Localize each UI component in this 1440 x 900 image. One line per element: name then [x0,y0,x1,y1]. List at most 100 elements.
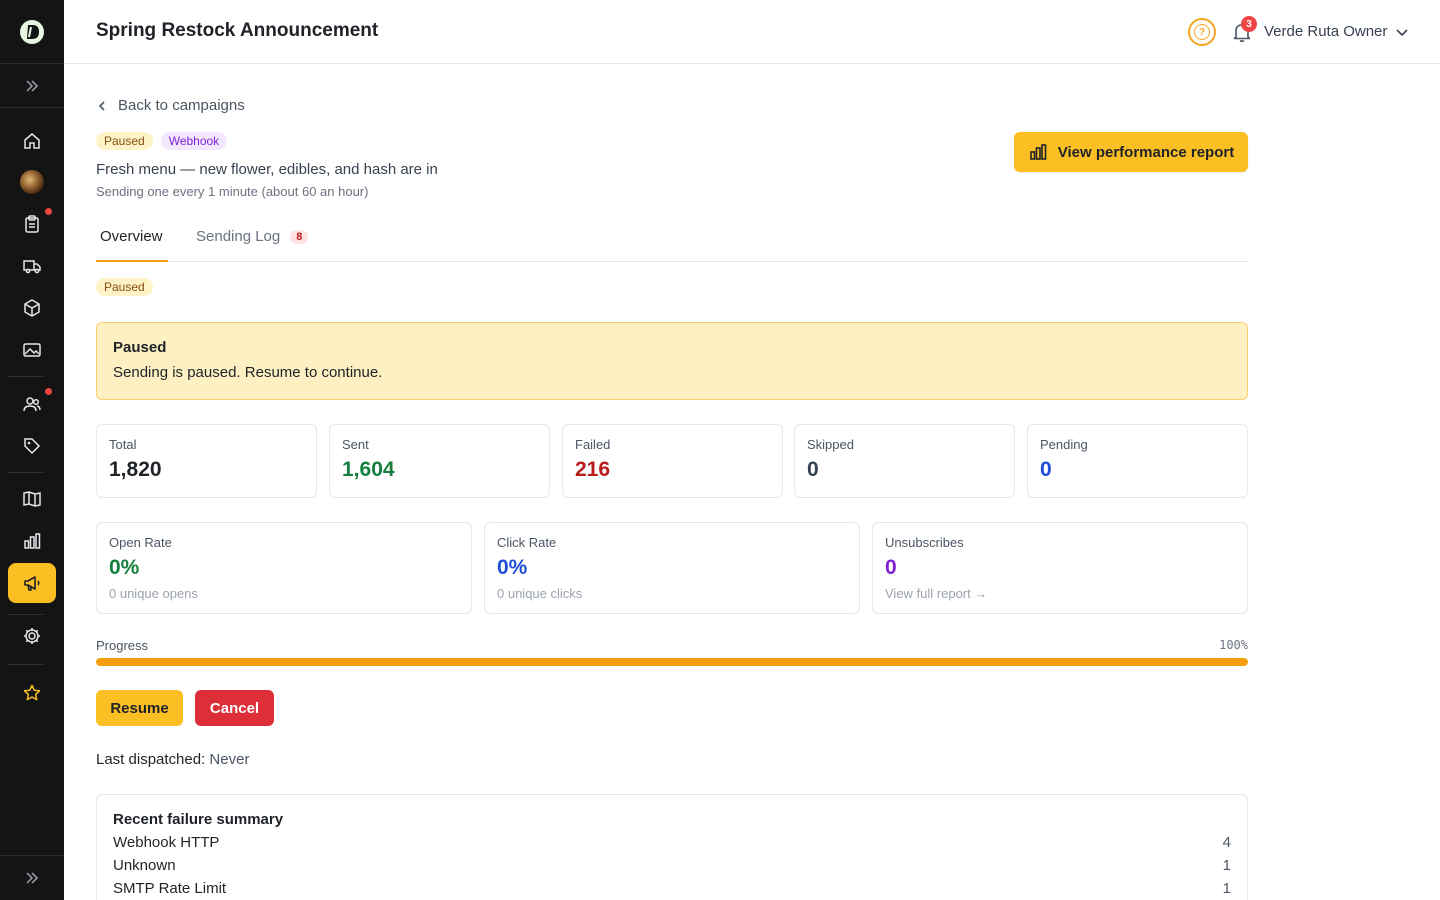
bar-chart-icon [24,533,41,549]
sidebar-item-products[interactable] [12,288,52,328]
image-icon [23,343,41,357]
stat-value: 1,820 [109,458,162,481]
notification-dot [45,208,52,215]
sidebar-item-home[interactable] [12,121,52,161]
tab-sending-log[interactable]: Sending Log 8 [196,228,309,245]
user-menu[interactable]: Verde Ruta Owner [1264,23,1409,40]
progress-percent: 100% [1219,638,1248,652]
failure-reason: Webhook HTTP [113,834,220,851]
map-icon [23,491,41,507]
view-full-report-link[interactable]: View full report → [885,586,1235,601]
sidebar-divider [8,614,44,615]
channel-badge: Webhook [160,132,228,150]
stat-value: 1,604 [342,458,395,481]
sidebar-item-orders[interactable] [12,204,52,244]
top-header: Spring Restock Announcement ? 3 Verde Ru… [64,0,1440,64]
sidebar-item-delivery[interactable] [12,246,52,286]
stat-card-failed: Failed 216 [562,424,783,498]
stat-card-pending: Pending 0 [1027,424,1248,498]
home-icon [24,133,40,149]
stat-label: Sent [342,437,369,452]
last-dispatched-value: Never [209,751,250,768]
failure-count: 4 [1222,834,1231,851]
stat-card-total: Total 1,820 [96,424,317,498]
metric-label: Unsubscribes [885,535,964,550]
resume-button[interactable]: Resume [96,690,183,726]
status-badge: Paused [96,278,153,296]
overview-status-badge: Paused [96,278,153,296]
back-to-campaigns-link[interactable]: Back to campaigns [96,97,245,114]
failure-reason: SMTP Rate Limit [113,880,227,897]
metric-label: Click Rate [497,535,557,550]
chevron-left-icon [98,100,105,111]
tab-sending-log-label: Sending Log [196,228,281,245]
alert-title: Paused [113,339,167,356]
bar-chart-icon [1029,144,1047,160]
metric-value: 0 [885,556,897,579]
chevrons-right-icon [26,79,39,92]
gear-icon [24,628,40,644]
failure-row: Webhook HTTP 4 [113,834,1231,851]
chevron-down-icon [1396,28,1408,36]
campaign-subject: Fresh menu — new flower, edibles, and ha… [96,161,438,178]
paused-alert: Paused Sending is paused. Resume to cont… [96,322,1248,400]
stat-value: 216 [575,458,611,481]
tab-overview[interactable]: Overview [100,228,163,245]
sidebar-item-profile[interactable] [12,162,52,202]
chevrons-right-icon [26,872,39,884]
sidebar-divider [8,664,44,665]
failure-reason: Unknown [113,857,176,874]
failure-summary-title: Recent failure summary [113,811,284,828]
expand-sidebar-button[interactable] [0,64,64,108]
cancel-button[interactable]: Cancel [195,690,274,726]
status-badge: Paused [96,132,153,150]
stat-card-skipped: Skipped 0 [794,424,1015,498]
collapse-sidebar-button[interactable] [0,855,64,900]
progress-bar-fill [96,658,1248,666]
progress-label: Progress [96,638,149,653]
help-button[interactable]: ? [1188,18,1216,46]
view-performance-report-button[interactable]: View performance report [1014,132,1248,172]
failure-row: SMTP Rate Limit 1 [113,880,1231,897]
sending-rate: Sending one every 1 minute (about 60 an … [96,184,369,199]
sidebar-item-campaigns[interactable] [8,563,56,603]
failure-count: 1 [1222,880,1231,897]
box-icon [24,299,40,317]
sidebar-divider [8,376,44,377]
sidebar [0,0,64,900]
sidebar-item-favorites[interactable] [12,673,52,713]
stat-label: Failed [575,437,611,452]
failure-row: Unknown 1 [113,857,1231,874]
sidebar-item-customers[interactable] [12,384,52,424]
sidebar-item-guides[interactable] [12,479,52,519]
view-performance-report-label: View performance report [1057,143,1235,161]
notification-dot [45,388,52,395]
clipboard-icon [25,215,39,233]
metric-value: 0% [497,556,528,579]
sidebar-item-promotions[interactable] [12,426,52,466]
metric-subtext: 0 unique opens [109,586,198,601]
tab-overview-label: Overview [100,228,163,245]
stat-label: Pending [1040,437,1088,452]
star-icon [23,684,41,701]
failure-count: 1 [1222,857,1231,874]
user-name: Verde Ruta Owner [1264,23,1388,40]
metric-card-unsubscribes: Unsubscribes 0 View full report → [872,522,1248,614]
app-logo[interactable] [0,0,64,64]
question-icon: ? [1194,24,1210,40]
metric-label: Open Rate [109,535,172,550]
metric-card-click-rate: Click Rate 0% 0 unique clicks [484,522,860,614]
tab-bar: Overview Sending Log 8 [96,214,1248,262]
progress-bar [96,658,1248,666]
sidebar-item-settings[interactable] [12,616,52,656]
truck-icon [23,260,41,274]
sidebar-item-analytics[interactable] [12,521,52,561]
stat-label: Total [109,437,137,452]
page-title: Spring Restock Announcement [96,20,379,41]
sidebar-item-media[interactable] [12,330,52,370]
metric-card-open-rate: Open Rate 0% 0 unique opens [96,522,472,614]
users-icon [23,397,41,412]
stat-label: Skipped [807,437,854,452]
sending-log-count-badge: 8 [290,229,309,244]
megaphone-icon [24,576,40,591]
